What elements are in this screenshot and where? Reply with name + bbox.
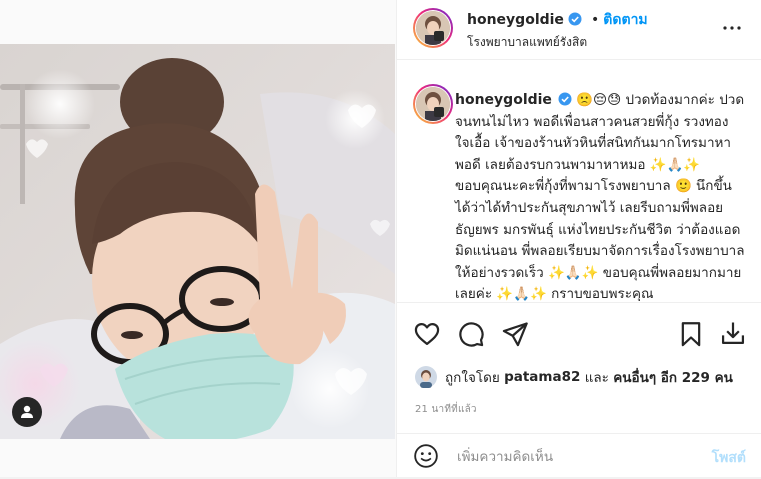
- liker-avatar[interactable]: [415, 366, 437, 388]
- likes-conjunction: และ: [584, 370, 609, 386]
- likes-summary: ถูกใจโดย patama82 และ คนอื่นๆ อีก 229 คน: [415, 366, 733, 388]
- caption-avatar[interactable]: [413, 84, 453, 124]
- post-photo[interactable]: [0, 44, 395, 439]
- avatar[interactable]: [413, 8, 453, 48]
- tagged-user-button[interactable]: [12, 397, 42, 427]
- verified-badge-icon: [568, 12, 582, 26]
- liker-username[interactable]: patama82: [504, 369, 580, 385]
- post-header: honeygoldie • ติดตาม โรงพยาบาลแพทย์รังสิต: [397, 0, 761, 60]
- comments-section[interactable]: honeygoldie 🙁😔😓 ปวดท้องมากค่ะ ปวดจนทนไม่…: [397, 72, 761, 301]
- heart-icon[interactable]: [413, 320, 441, 348]
- more-options-icon[interactable]: [720, 16, 744, 40]
- header-username[interactable]: honeygoldie: [467, 12, 564, 28]
- instagram-post: honeygoldie • ติดตาม โรงพยาบาลแพทย์รังสิต: [0, 0, 761, 477]
- avatar-image: [416, 11, 450, 45]
- selfie-image: [0, 44, 395, 439]
- add-comment-bar: โพสต์: [397, 433, 761, 479]
- location-link[interactable]: โรงพยาบาลแพทย์รังสิต: [467, 33, 587, 52]
- likes-prefix: ถูกใจโดย: [445, 370, 500, 386]
- bookmark-icon[interactable]: [677, 320, 705, 348]
- caption-username[interactable]: honeygoldie: [455, 92, 552, 108]
- verified-badge-icon: [558, 92, 572, 106]
- share-icon[interactable]: [501, 320, 529, 348]
- likes-others-link[interactable]: คนอื่นๆ อีก 229 คน: [613, 366, 733, 388]
- post-timestamp[interactable]: 21 นาทีที่แล้ว: [415, 402, 477, 417]
- comment-icon[interactable]: [457, 320, 485, 348]
- post-comment-button[interactable]: โพสต์: [712, 447, 746, 469]
- download-icon[interactable]: [719, 319, 747, 347]
- caption-text: 🙁😔😓 ปวดท้องมากค่ะ ปวดจนทนไม่ไหว พอดีเพื่…: [455, 92, 745, 301]
- comment-input[interactable]: [455, 445, 689, 469]
- user-icon: [21, 405, 33, 418]
- avatar-image: [416, 87, 450, 121]
- post-details-panel: honeygoldie • ติดตาม โรงพยาบาลแพทย์รังสิต: [396, 0, 761, 477]
- follow-button[interactable]: ติดตาม: [603, 12, 647, 28]
- post-actions: ถูกใจโดย patama82 และ คนอื่นๆ อีก 229 คน…: [397, 302, 761, 478]
- header-separator: •: [591, 12, 600, 28]
- header-title-row: honeygoldie • ติดตาม: [467, 9, 648, 31]
- emoji-icon[interactable]: [413, 443, 439, 469]
- caption: honeygoldie 🙁😔😓 ปวดท้องมากค่ะ ปวดจนทนไม่…: [455, 90, 745, 301]
